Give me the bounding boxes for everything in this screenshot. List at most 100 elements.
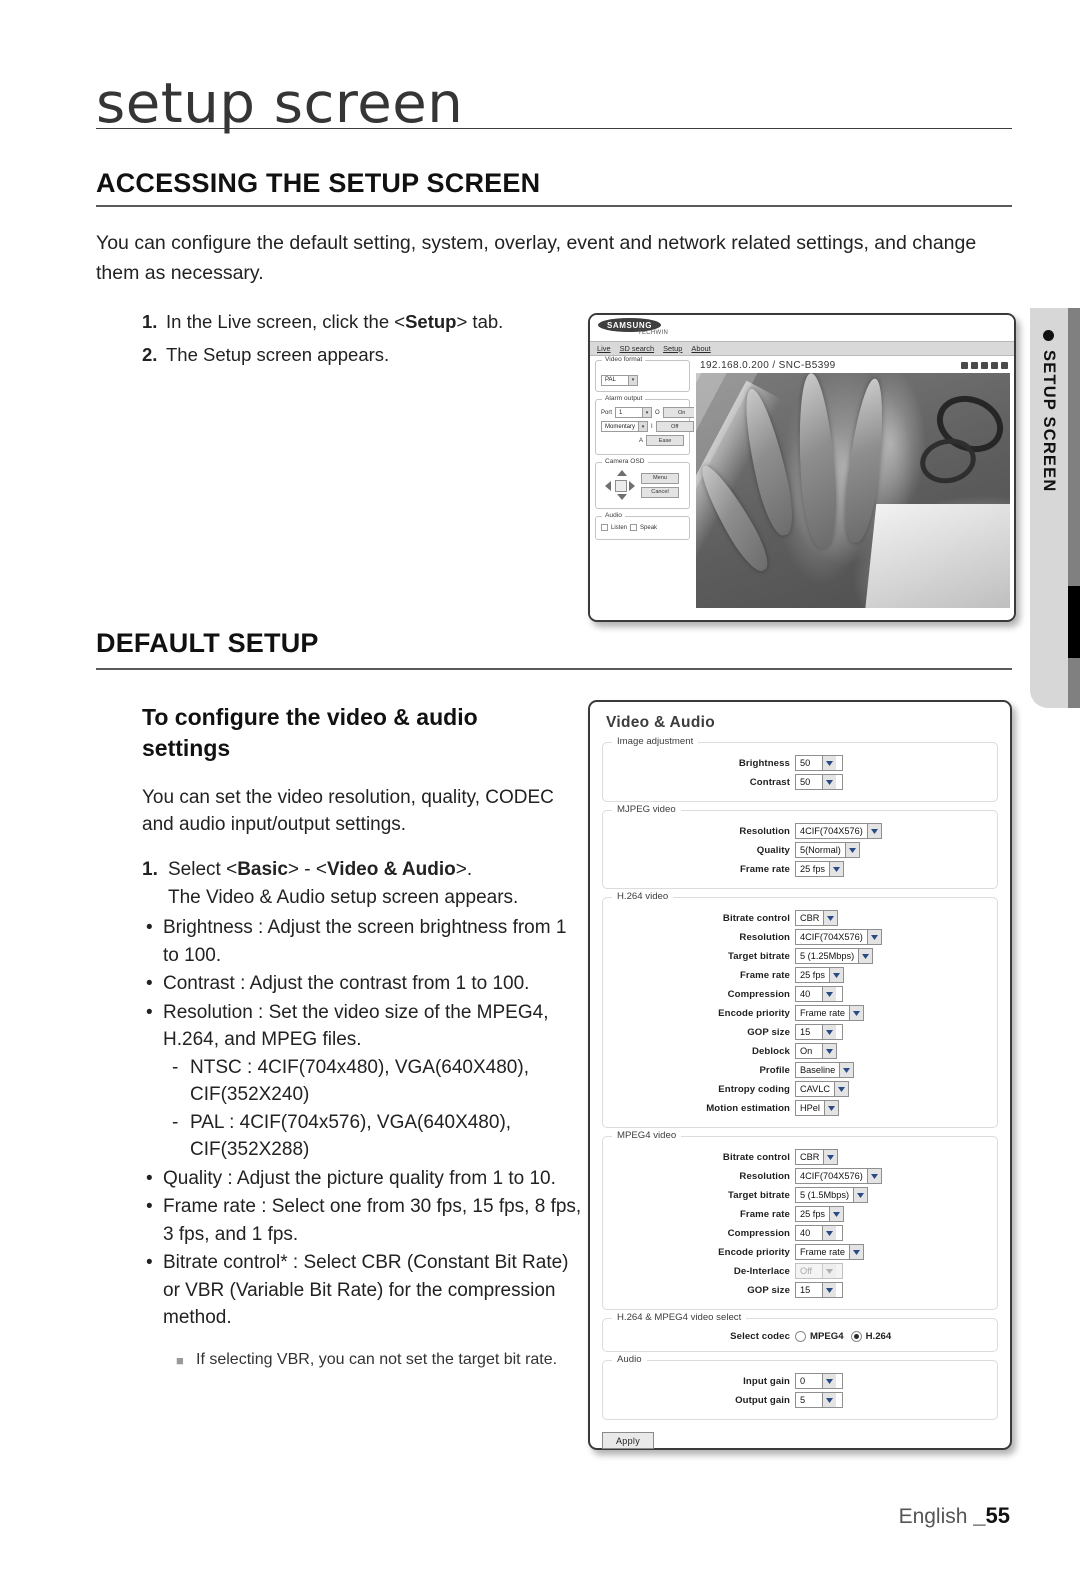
h264-target-bitrate-select[interactable]: 5 (1.25Mbps) bbox=[795, 948, 874, 964]
mjpeg-resolution-select[interactable]: 4CIF(704X576) bbox=[795, 823, 882, 839]
audio-listen-checkbox[interactable] bbox=[601, 524, 608, 531]
live-nav-bar[interactable]: Live SD search Setup About bbox=[590, 341, 1014, 356]
audio-speak-label: Speak bbox=[640, 524, 658, 531]
mjpeg-frame-rate-select[interactable]: 25 fps bbox=[795, 861, 845, 877]
field-row: GOP size 15 bbox=[613, 1024, 987, 1040]
mpeg4-target-bitrate-select[interactable]: 5 (1.5Mbps) bbox=[795, 1187, 869, 1203]
field-label: Frame rate bbox=[739, 969, 790, 981]
live-nav-item-about[interactable]: About bbox=[691, 344, 710, 353]
alarm-ease-button[interactable]: Ease bbox=[646, 435, 684, 446]
list-item: • Bitrate control* : Select CBR (Constan… bbox=[142, 1249, 582, 1332]
live-toolbar[interactable] bbox=[961, 362, 1008, 369]
running-head-rule bbox=[96, 128, 1012, 129]
h264-bitrate-control-select[interactable]: CBR bbox=[795, 910, 839, 926]
group-legend: Audio bbox=[612, 1354, 647, 1365]
bullet-list: • Brightness : Adjust the screen brightn… bbox=[142, 914, 582, 1373]
field-value: 50 bbox=[800, 777, 811, 787]
brightness-select[interactable]: 50 bbox=[795, 755, 843, 771]
mjpeg-quality-select[interactable]: 5(Normal) bbox=[795, 842, 860, 858]
mpeg4-gop-size-select[interactable]: 15 bbox=[795, 1282, 843, 1298]
field-value: CBR bbox=[800, 1152, 820, 1162]
fullscreen-icon[interactable] bbox=[1001, 362, 1008, 369]
field-row: Input gain 0 bbox=[613, 1373, 987, 1389]
bullet-text: Resolution : Set the video size of the M… bbox=[163, 1001, 549, 1051]
video-format-select[interactable]: PAL ▾ bbox=[601, 374, 638, 386]
capture-icon[interactable] bbox=[971, 362, 978, 369]
group-codec-select: H.264 & MPEG4 video select Select codec … bbox=[602, 1312, 998, 1352]
osd-center-button[interactable] bbox=[615, 480, 627, 492]
alarm-mode-select[interactable]: Momentary ▾ bbox=[601, 421, 649, 432]
bullet-icon: • bbox=[146, 1001, 153, 1023]
mpeg4-resolution-select[interactable]: 4CIF(704X576) bbox=[795, 1168, 882, 1184]
field-row: Quality 5(Normal) bbox=[613, 842, 987, 858]
step-text: Select <Basic> - <Video & Audio>. bbox=[168, 859, 473, 880]
h264-deblock-select[interactable]: On bbox=[795, 1043, 837, 1059]
chevron-down-icon bbox=[822, 1264, 836, 1278]
codec-option-h264[interactable]: H.264 bbox=[850, 1331, 891, 1342]
side-tab: SETUP SCREEN bbox=[1030, 308, 1080, 708]
chevron-down-icon bbox=[823, 911, 838, 925]
audio-speak-checkbox[interactable] bbox=[630, 524, 638, 531]
dash-icon: - bbox=[172, 1111, 179, 1133]
h264-encode-priority-select[interactable]: Frame rate bbox=[795, 1005, 864, 1021]
live-nav-item-sd-search[interactable]: SD search bbox=[620, 344, 655, 353]
field-label: Select codec bbox=[730, 1331, 790, 1342]
h264-compression-select[interactable]: 40 bbox=[795, 986, 843, 1002]
arrow-down-icon[interactable] bbox=[617, 494, 627, 500]
field-value: 5 bbox=[800, 1395, 806, 1405]
chevron-down-icon bbox=[823, 1101, 838, 1115]
camera-osd-menu-button[interactable]: Menu bbox=[641, 472, 679, 484]
manual-page: setup screen ACCESSING THE SETUP SCREEN … bbox=[0, 0, 1080, 1571]
field-label: Motion estimation bbox=[706, 1102, 790, 1114]
camera-osd-cancel-button[interactable]: Cancel bbox=[641, 486, 679, 498]
list-item: • Resolution : Set the video size of the… bbox=[142, 999, 582, 1054]
side-tab-text: SETUP SCREEN bbox=[1030, 308, 1068, 708]
h264-gop-size-select[interactable]: 15 bbox=[795, 1024, 843, 1040]
field-value: 25 fps bbox=[800, 970, 826, 980]
chevron-down-icon bbox=[866, 1169, 881, 1183]
group-legend: H.264 & MPEG4 video select bbox=[612, 1312, 747, 1323]
alarm-port-select[interactable]: 1 ▾ bbox=[615, 407, 653, 418]
osd-dpad[interactable] bbox=[605, 470, 635, 500]
arrow-right-icon[interactable] bbox=[629, 481, 635, 491]
bullet-dot-icon bbox=[1043, 330, 1055, 341]
mpeg4-compression-select[interactable]: 40 bbox=[795, 1225, 843, 1241]
print-icon[interactable] bbox=[961, 362, 968, 369]
live-nav-item-live[interactable]: Live bbox=[597, 344, 611, 353]
field-value: Frame rate bbox=[800, 1247, 845, 1257]
group-legend: MJPEG video bbox=[612, 804, 681, 815]
h264-profile-select[interactable]: Baseline bbox=[795, 1062, 855, 1078]
h264-frame-rate-select[interactable]: 25 fps bbox=[795, 967, 845, 983]
h264-motion-estimation-select[interactable]: HPel bbox=[795, 1100, 839, 1116]
codec-option-mpeg4[interactable]: MPEG4 bbox=[795, 1331, 844, 1342]
field-label: Frame rate bbox=[739, 1208, 790, 1220]
list-item: • Contrast : Adjust the contrast from 1 … bbox=[142, 970, 582, 998]
arrow-left-icon[interactable] bbox=[605, 481, 611, 491]
field-row: Profile Baseline bbox=[613, 1062, 987, 1078]
chevron-down-icon bbox=[866, 824, 881, 838]
mpeg4-encode-priority-select[interactable]: Frame rate bbox=[795, 1244, 864, 1260]
alarm-off-button[interactable]: Off bbox=[655, 421, 694, 432]
chevron-down-icon bbox=[853, 1188, 868, 1202]
mpeg4-frame-rate-select[interactable]: 25 fps bbox=[795, 1206, 845, 1222]
arrow-up-icon[interactable] bbox=[617, 470, 627, 476]
audio-input-gain-select[interactable]: 0 bbox=[795, 1373, 843, 1389]
contrast-select[interactable]: 50 bbox=[795, 774, 843, 790]
field-row: Resolution 4CIF(704X576) bbox=[613, 823, 987, 839]
audio-legend: Audio bbox=[602, 512, 625, 519]
zoom-icon[interactable] bbox=[981, 362, 988, 369]
live-nav-item-setup[interactable]: Setup bbox=[663, 344, 682, 353]
field-label: Quality bbox=[756, 844, 790, 856]
h264-entropy-coding-select[interactable]: CAVLC bbox=[795, 1081, 849, 1097]
alarm-port-value: 1 bbox=[619, 409, 623, 416]
record-icon[interactable] bbox=[991, 362, 998, 369]
step-sub-text: The Video & Audio setup screen appears. bbox=[168, 886, 519, 908]
mpeg4-bitrate-control-select[interactable]: CBR bbox=[795, 1149, 839, 1165]
h264-resolution-select[interactable]: 4CIF(704X576) bbox=[795, 929, 882, 945]
heading-rule-default-setup bbox=[96, 668, 1012, 670]
audio-output-gain-select[interactable]: 5 bbox=[795, 1392, 843, 1408]
field-label: Frame rate bbox=[739, 863, 790, 875]
apply-button[interactable]: Apply bbox=[602, 1432, 654, 1449]
radio-selected-icon[interactable] bbox=[850, 1331, 862, 1342]
radio-icon[interactable] bbox=[795, 1331, 806, 1342]
